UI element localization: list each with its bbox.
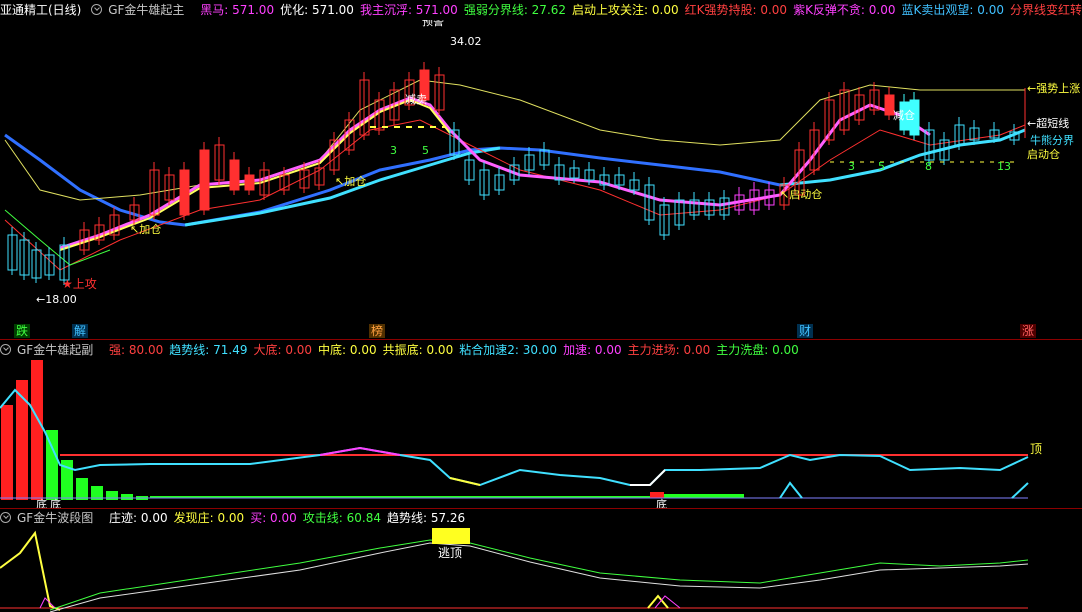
sub1-field-3: 中底: 0.00 <box>318 343 377 357</box>
add-position-label: ↖加仓 <box>130 222 161 236</box>
settings-circle-icon[interactable] <box>0 344 11 355</box>
histogram-bar <box>664 494 744 498</box>
fib-number: 3 <box>390 144 397 157</box>
sub1-field-4: 共振底: 0.00 <box>382 343 454 357</box>
sub2-field-0: 庄迹: 0.00 <box>109 511 168 525</box>
bottom-marker-tag: 财 <box>797 324 814 338</box>
upper-band-line <box>4 79 1025 201</box>
sub1-field-7: 主力进场: 0.00 <box>627 343 711 357</box>
histogram-bar <box>31 360 43 500</box>
bottom-marker-tag: 榜 <box>369 324 386 338</box>
histogram-bar <box>121 494 133 500</box>
sub2-field-3: 攻击线: 60.84 <box>302 511 381 525</box>
main-field-5: 红K强势持股: 0.00 <box>684 3 788 17</box>
fib-number: 8 <box>925 160 932 173</box>
main-indicator-header: 亚通精工(日线) GF金牛雄起主 黑马: 571.00 优化: 571.00 我主沉… <box>0 0 1082 20</box>
sub1-indicator-name: GF金牛雄起副 <box>17 343 94 357</box>
sub2-indicator-fields: 庄迹: 0.00 发现庄: 0.00 买: 0.00 攻击线: 60.84 趋势线: 5… <box>109 511 471 525</box>
sub1-field-6: 加速: 0.00 <box>563 343 622 357</box>
trend-line-highlight <box>319 446 401 456</box>
main-kline-chart[interactable]: 34.02 ←18.00 预警减卖 ↖加仓 ↖加仓 ★上攻 ↖启动仓 启动仓 减仓 ←强势上涨 ←超… <box>0 20 1082 340</box>
settings-circle-icon[interactable] <box>91 4 103 15</box>
histogram-bar <box>76 478 88 500</box>
sub1-indicator-header: GF金牛雄起副 强: 80.00 趋势线: 71.49 大底: 0.00 中底: 0.… <box>0 340 1082 360</box>
sub1-indicator-chart[interactable]: 顶底底底 <box>0 360 1082 508</box>
strong-up-label: ←强势上涨 <box>1027 82 1080 95</box>
spike-line <box>1011 482 1029 499</box>
candle-body <box>229 159 240 191</box>
histogram-bar <box>106 491 118 500</box>
candle-body <box>199 149 210 211</box>
start-add-label: ↖启动仓 <box>780 187 822 201</box>
trend-line-highlight <box>630 469 666 486</box>
sub2-indicator-name: GF金牛波段图 <box>17 511 94 525</box>
bottom-label: 底 <box>50 497 61 508</box>
main-field-3: 强弱分界线: 27.62 <box>463 3 567 17</box>
top-label: 顶 <box>1030 442 1042 456</box>
sub2-field-4: 趋势线: 57.26 <box>386 511 466 525</box>
bottom-label: 底 <box>36 497 47 508</box>
main-indicator-selector[interactable]: GF金牛雄起主 <box>91 3 190 17</box>
sub1-field-2: 大底: 0.00 <box>253 343 313 357</box>
trend-line <box>49 542 1029 612</box>
bottom-marker-tag: 跌 <box>14 324 31 338</box>
main-field-6: 紫K反弹不贪: 0.00 <box>793 3 896 17</box>
bottom-marker-tag: 涨 <box>1020 324 1037 338</box>
signal-line <box>647 594 669 609</box>
sub1-field-1: 趋势线: 71.49 <box>169 343 248 357</box>
sub1-field-8: 主力洗盘: 0.00 <box>716 343 799 357</box>
escape-top-label: 逃顶 <box>438 546 462 560</box>
warn-top-label: 预警 <box>422 20 444 28</box>
escape-top-block <box>432 528 470 544</box>
trend-line-highlight <box>449 477 481 486</box>
main-field-0: 黑马: 571.00 <box>200 3 275 17</box>
reduce-label: 减仓 <box>893 108 915 122</box>
bull-bear-label: 牛熊分界 <box>1030 133 1074 147</box>
main-field-8: 分界线变红转强: 2. <box>1009 3 1082 17</box>
trend-line <box>0 388 1029 487</box>
start-add-label: 启动仓 <box>1027 147 1060 161</box>
sub2-indicator-header: GF金牛波段图 庄迹: 0.00 发现庄: 0.00 买: 0.00 攻击线: 60.… <box>0 508 1082 528</box>
fib-number: 3 <box>848 160 855 173</box>
main-indicator-name: GF金牛雄起主 <box>108 3 185 17</box>
fib-number: 13 <box>997 160 1011 173</box>
main-field-7: 蓝K卖出观望: 0.00 <box>901 3 1004 17</box>
stock-title[interactable]: 亚通精工(日线) <box>0 3 81 17</box>
sub2-indicator-chart[interactable]: 逃顶 <box>0 528 1082 612</box>
price-low-label: ←18.00 <box>36 293 77 306</box>
bottom-marker-tag: 解 <box>72 324 89 338</box>
main-field-1: 优化: 571.00 <box>280 3 354 17</box>
settings-circle-icon[interactable] <box>0 512 11 523</box>
yellow-signal-line <box>0 530 61 611</box>
add-position-label: ↖加仓 <box>335 174 366 188</box>
sub1-indicator-selector[interactable]: GF金牛雄起副 <box>0 343 99 357</box>
main-indicator-fields: 黑马: 571.00 优化: 571.00 我主沉浮: 571.00 强弱分界线: 2… <box>200 3 1082 17</box>
red-support-line <box>4 119 1026 271</box>
cyan-trend-line <box>779 128 1026 187</box>
sub1-field-5: 粘合加速2: 30.00 <box>459 343 558 357</box>
fib-number: 5 <box>422 144 429 157</box>
sell-top-label: 减卖 <box>405 93 427 106</box>
sub2-indicator-selector[interactable]: GF金牛波段图 <box>0 511 99 525</box>
fib-number: 5 <box>878 160 885 173</box>
candle-body <box>244 174 255 191</box>
super-short-label: ←超短线 <box>1027 116 1069 130</box>
sub1-field-0: 强: 80.00 <box>109 343 164 357</box>
start-attack-label: ★上攻 <box>62 277 97 291</box>
sub2-field-2: 买: 0.00 <box>250 511 297 525</box>
sub1-indicator-fields: 强: 80.00 趋势线: 71.49 大底: 0.00 中底: 0.00 共振底: 0… <box>109 343 805 357</box>
main-field-4: 启动上攻关注: 0.00 <box>572 3 679 17</box>
price-high-label: 34.02 <box>450 35 482 48</box>
histogram-bar <box>1 405 13 500</box>
spike-line <box>779 481 803 499</box>
attack-line <box>49 539 1029 611</box>
bottom-label: 底 <box>656 497 667 508</box>
main-field-2: 我主沉浮: 571.00 <box>359 3 458 17</box>
sub2-field-1: 发现庄: 0.00 <box>173 511 245 525</box>
candle-body <box>179 169 190 216</box>
